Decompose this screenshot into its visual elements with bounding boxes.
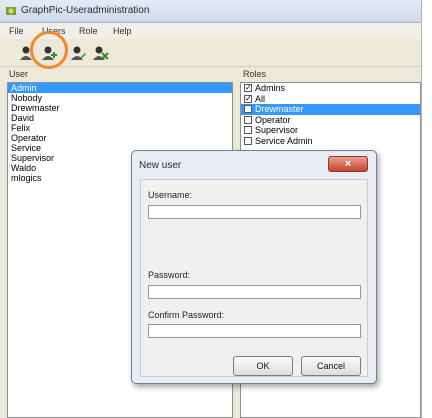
role-checkbox[interactable] (244, 105, 252, 114)
app-window: GraphPic-Useradministration File Users R… (0, 0, 422, 418)
title-bar: GraphPic-Useradministration (0, 0, 421, 23)
confirm-password-label: Confirm Password: (148, 310, 225, 320)
edit-user-icon[interactable] (69, 44, 87, 62)
user-list-item[interactable]: Admin (8, 83, 232, 93)
role-checkbox[interactable] (244, 115, 252, 124)
role-label: Service Admin (255, 135, 313, 146)
user-list-item[interactable]: Operator (8, 133, 232, 143)
dialog-body: Username: Password: Confirm Password: OK… (140, 179, 368, 377)
role-row[interactable]: Supervisor (241, 125, 420, 136)
role-row[interactable]: Operator (241, 115, 420, 126)
role-row[interactable]: ✓ Admins (241, 83, 420, 94)
user-list-item[interactable]: Drewmaster (8, 103, 232, 113)
menu-role[interactable]: Role (79, 26, 98, 36)
new-user-dialog: New user × Username: Password: Confirm P… (131, 150, 377, 384)
cancel-button[interactable]: Cancel (301, 356, 361, 376)
user-list-item[interactable]: Felix (8, 123, 232, 133)
window-title: GraphPic-Useradministration (21, 5, 150, 16)
close-icon: × (344, 158, 352, 170)
role-label: Operator (255, 114, 291, 125)
user-list-item[interactable]: Nobody (8, 93, 232, 103)
role-label: All (255, 93, 266, 104)
close-button[interactable]: × (328, 156, 368, 172)
role-checkbox[interactable] (244, 126, 252, 135)
username-input[interactable] (148, 205, 361, 219)
role-label: Supervisor (255, 125, 299, 136)
app-icon (6, 7, 16, 15)
ok-button[interactable]: OK (233, 356, 293, 376)
menu-help[interactable]: Help (113, 26, 132, 36)
username-label: Username: (148, 190, 193, 200)
role-checkbox[interactable]: ✓ (244, 94, 252, 103)
password-input[interactable] (148, 285, 361, 299)
password-label: Password: (148, 270, 191, 280)
users-panel-label: User (9, 69, 29, 79)
dialog-title: New user (139, 160, 182, 171)
role-label: Drewmaster (255, 104, 304, 115)
role-checkbox[interactable]: ✓ (244, 84, 252, 92)
role-checkbox[interactable] (244, 136, 252, 145)
highlight-ring (30, 31, 68, 69)
user-list-item[interactable]: David (8, 113, 232, 123)
role-row[interactable]: Service Admin (241, 136, 420, 147)
roles-panel-label: Roles (243, 69, 267, 79)
delete-user-icon[interactable] (91, 44, 109, 62)
role-row[interactable]: ✓ All (241, 94, 420, 105)
role-label: Admins (255, 83, 286, 93)
menu-file[interactable]: File (9, 26, 24, 36)
confirm-password-input[interactable] (148, 324, 361, 338)
role-row[interactable]: Drewmaster (241, 104, 420, 115)
